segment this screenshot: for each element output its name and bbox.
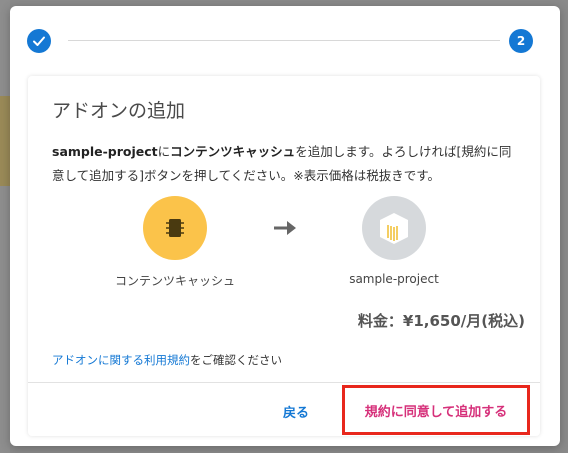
stepper: 2 [10,6,560,76]
chip-icon [166,219,184,237]
price: 料金：¥1,650/月(税込) [357,312,525,330]
description-addon: コンテンツキャッシュ [170,144,296,159]
description: sample-projectにコンテンツキャッシュを追加します。よろしければ[規… [52,140,522,188]
addon-label: コンテンツキャッシュ [114,274,235,288]
step-2-current: 2 [509,29,533,53]
arrow-right-icon [274,221,296,235]
stepper-line [68,40,500,41]
dialog-title: アドオンの追加 [52,100,186,122]
add-addon-dialog: 2 アドオンの追加 sample-projectにコンテンツキャッシュを追加しま… [10,6,560,446]
project-label: sample-project [349,272,439,286]
addon-flow: コンテンツキャッシュ sample-project [28,196,540,296]
addon-avatar [143,196,207,260]
agree-and-add-button[interactable]: 規約に同意して追加する [342,385,530,435]
terms-link[interactable]: アドオンに関する利用規約 [52,353,190,367]
terms-notice: アドオンに関する利用規約をご確認ください [52,352,282,368]
check-icon [33,36,45,46]
back-button[interactable]: 戻る [283,402,309,421]
addon-card: アドオンの追加 sample-projectにコンテンツキャッシュを追加します。… [28,76,540,436]
description-project: sample-project [52,144,158,159]
background-page [0,0,10,453]
description-text-1: に [157,144,171,159]
terms-text: をご確認ください [190,353,282,367]
project-avatar [362,196,426,260]
footer-divider [28,382,540,383]
project-box-icon [380,213,408,244]
step-1-completed [27,29,51,53]
background-page-fragment [0,96,10,186]
